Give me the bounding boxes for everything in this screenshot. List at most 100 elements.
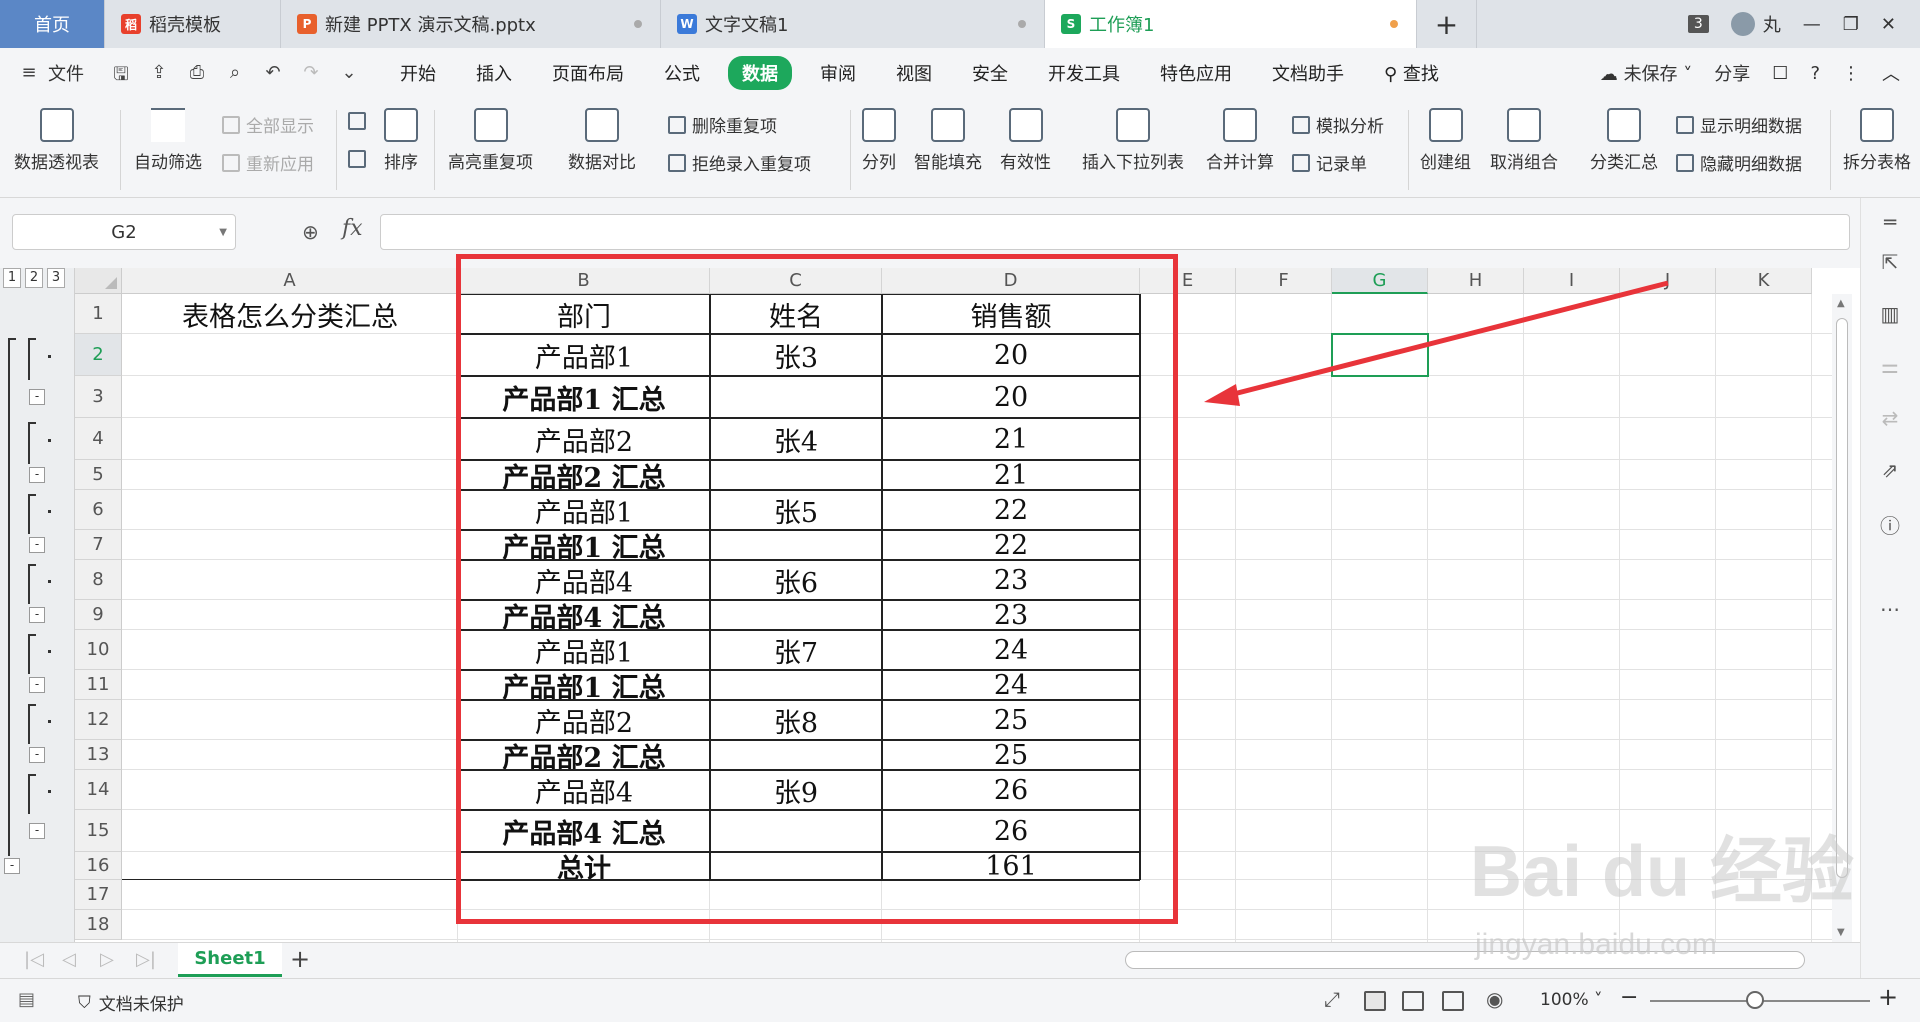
row-header-7[interactable]: 7 <box>75 530 122 560</box>
first-sheet-icon[interactable]: |◁ <box>24 949 44 970</box>
record-form-button[interactable]: 记录单 <box>1292 150 1367 175</box>
collapse-group-icon[interactable]: - <box>29 607 45 623</box>
validity-button[interactable]: 有效性 <box>1000 108 1051 173</box>
more-icon[interactable]: ⋮ <box>1842 63 1860 84</box>
sheet-outline-icon[interactable]: ▤ <box>18 989 35 1010</box>
new-tab-button[interactable]: + <box>1417 0 1477 48</box>
menu-view[interactable]: 视图 <box>876 60 952 86</box>
menu-data[interactable]: 数据 <box>728 56 792 90</box>
sheet-tab-sheet1[interactable]: Sheet1 <box>178 943 282 977</box>
comment-icon[interactable]: ☐ <box>1772 63 1788 84</box>
row-header-1[interactable]: 1 <box>75 294 122 334</box>
page-break-view-icon[interactable] <box>1402 991 1424 1011</box>
close-icon[interactable]: ✕ <box>1881 14 1896 35</box>
column-header-k[interactable]: K <box>1716 268 1812 294</box>
tab-word[interactable]: W 文字文稿1 <box>661 0 1045 48</box>
more-chevron-icon[interactable]: ⌄ <box>338 62 360 84</box>
merge-calc-button[interactable]: 合并计算 <box>1206 108 1274 173</box>
menu-security[interactable]: 安全 <box>952 60 1028 86</box>
collapse-ribbon-icon[interactable]: ︿ <box>1882 60 1900 86</box>
column-header-j[interactable]: J <box>1620 268 1716 294</box>
chart-icon[interactable]: ▥ <box>1877 302 1903 328</box>
print-preview-icon[interactable]: ⌕ <box>224 62 246 84</box>
normal-view-icon[interactable] <box>1364 991 1386 1011</box>
save-icon[interactable]: 🖫 <box>110 62 132 85</box>
delete-duplicates-button[interactable]: 删除重复项 <box>668 112 777 137</box>
collapse-group-icon[interactable]: - <box>29 389 45 405</box>
next-sheet-icon[interactable]: ▷ <box>100 949 114 970</box>
row-header-10[interactable]: 10 <box>75 630 122 670</box>
column-header-h[interactable]: H <box>1428 268 1524 294</box>
reapply-button[interactable]: 重新应用 <box>222 150 314 175</box>
reject-duplicates-button[interactable]: 拒绝录入重复项 <box>668 150 811 175</box>
outline-level-1[interactable]: 1 <box>3 268 21 288</box>
collapse-group-icon[interactable]: - <box>4 858 20 874</box>
row-header-2[interactable]: 2 <box>75 334 122 376</box>
row-header-18[interactable]: 18 <box>75 910 122 940</box>
tab-home[interactable]: 首页 <box>0 0 105 48</box>
help-circle-icon[interactable]: ⓘ <box>1877 510 1903 538</box>
zoom-level[interactable]: 100% ˅ <box>1540 990 1603 1010</box>
prev-sheet-icon[interactable]: ◁ <box>62 949 76 970</box>
share-button[interactable]: 分享 <box>1714 60 1750 86</box>
file-menu[interactable]: 文件 <box>48 60 84 86</box>
row-header-12[interactable]: 12 <box>75 700 122 740</box>
collapse-group-icon[interactable]: - <box>29 823 45 839</box>
column-header-i[interactable]: I <box>1524 268 1620 294</box>
minimize-icon[interactable]: — <box>1803 14 1821 35</box>
protect-status[interactable]: ⛉ 文档未保护 <box>78 990 184 1016</box>
unsaved-status[interactable]: ☁ 未保存 ˅ <box>1600 60 1692 86</box>
subtotal-button[interactable]: 分类汇总 <box>1590 108 1658 173</box>
pivot-table-button[interactable]: 数据透视表 <box>14 108 99 173</box>
column-header-f[interactable]: F <box>1236 268 1332 294</box>
menu-doc-assistant[interactable]: 文档助手 <box>1252 60 1364 86</box>
menu-special[interactable]: 特色应用 <box>1140 60 1252 86</box>
fx-icon[interactable]: fx <box>342 216 363 241</box>
eye-protect-icon[interactable]: ◉ <box>1486 987 1503 1011</box>
column-header-a[interactable]: A <box>122 268 458 294</box>
print-icon[interactable]: ⎙ <box>186 62 208 84</box>
tab-docer[interactable]: 稻稻壳模板 <box>105 0 281 48</box>
add-sheet-icon[interactable]: + <box>290 945 310 973</box>
tab-pptx[interactable]: P 新建 PPTX 演示文稿.pptx <box>281 0 661 48</box>
help-icon[interactable]: ? <box>1810 63 1820 84</box>
show-all-button[interactable]: 全部显示 <box>222 112 314 137</box>
export-icon[interactable]: ⇪ <box>148 62 170 84</box>
sort-asc-button[interactable] <box>348 112 372 130</box>
column-header-g[interactable]: G <box>1332 268 1428 294</box>
split-table-button[interactable]: 拆分表格 <box>1840 108 1914 173</box>
collapse-group-icon[interactable]: - <box>29 537 45 553</box>
zoom-slider-knob[interactable] <box>1746 991 1764 1009</box>
zoom-out-icon[interactable]: − <box>1620 985 1638 1010</box>
collapse-group-icon[interactable]: - <box>29 747 45 763</box>
row-header-3[interactable]: 3 <box>75 376 122 418</box>
restore-icon[interactable]: ❐ <box>1843 14 1859 35</box>
highlight-duplicates-button[interactable]: 高亮重复项 <box>448 108 533 173</box>
collapse-group-icon[interactable]: - <box>29 677 45 693</box>
menu-dev-tools[interactable]: 开发工具 <box>1028 60 1140 86</box>
row-header-16[interactable]: 16 <box>75 852 122 880</box>
row-header-5[interactable]: 5 <box>75 460 122 490</box>
split-column-button[interactable]: 分列 <box>862 108 896 173</box>
redo-icon[interactable]: ↷ <box>300 62 322 84</box>
hide-detail-button[interactable]: 隐藏明细数据 <box>1676 150 1802 175</box>
menu-review[interactable]: 审阅 <box>800 60 876 86</box>
row-header-6[interactable]: 6 <box>75 490 122 530</box>
search-menu[interactable]: ⚲ 查找 <box>1364 60 1459 86</box>
more-horizontal-icon[interactable]: … <box>1877 592 1903 618</box>
undo-icon[interactable]: ↶ <box>262 62 284 84</box>
select-all-corner[interactable] <box>75 268 122 294</box>
simulate-analysis-button[interactable]: 模拟分析 <box>1292 112 1384 137</box>
row-header-8[interactable]: 8 <box>75 560 122 600</box>
fullscreen-icon[interactable]: ⤢ <box>1324 987 1340 1011</box>
sort-desc-button[interactable] <box>348 150 372 168</box>
last-sheet-icon[interactable]: ▷| <box>136 949 156 970</box>
collapse-group-icon[interactable]: - <box>29 467 45 483</box>
autofilter-button[interactable]: 自动筛选 <box>134 108 202 173</box>
chevron-down-icon[interactable]: ▼ <box>219 227 227 238</box>
user-account[interactable]: 丸 <box>1730 11 1781 37</box>
sort-button[interactable]: 排序 <box>384 108 418 173</box>
menu-start[interactable]: 开始 <box>380 60 456 86</box>
convert-icon[interactable]: ⇄ <box>1877 406 1903 432</box>
show-detail-button[interactable]: 显示明细数据 <box>1676 112 1802 137</box>
